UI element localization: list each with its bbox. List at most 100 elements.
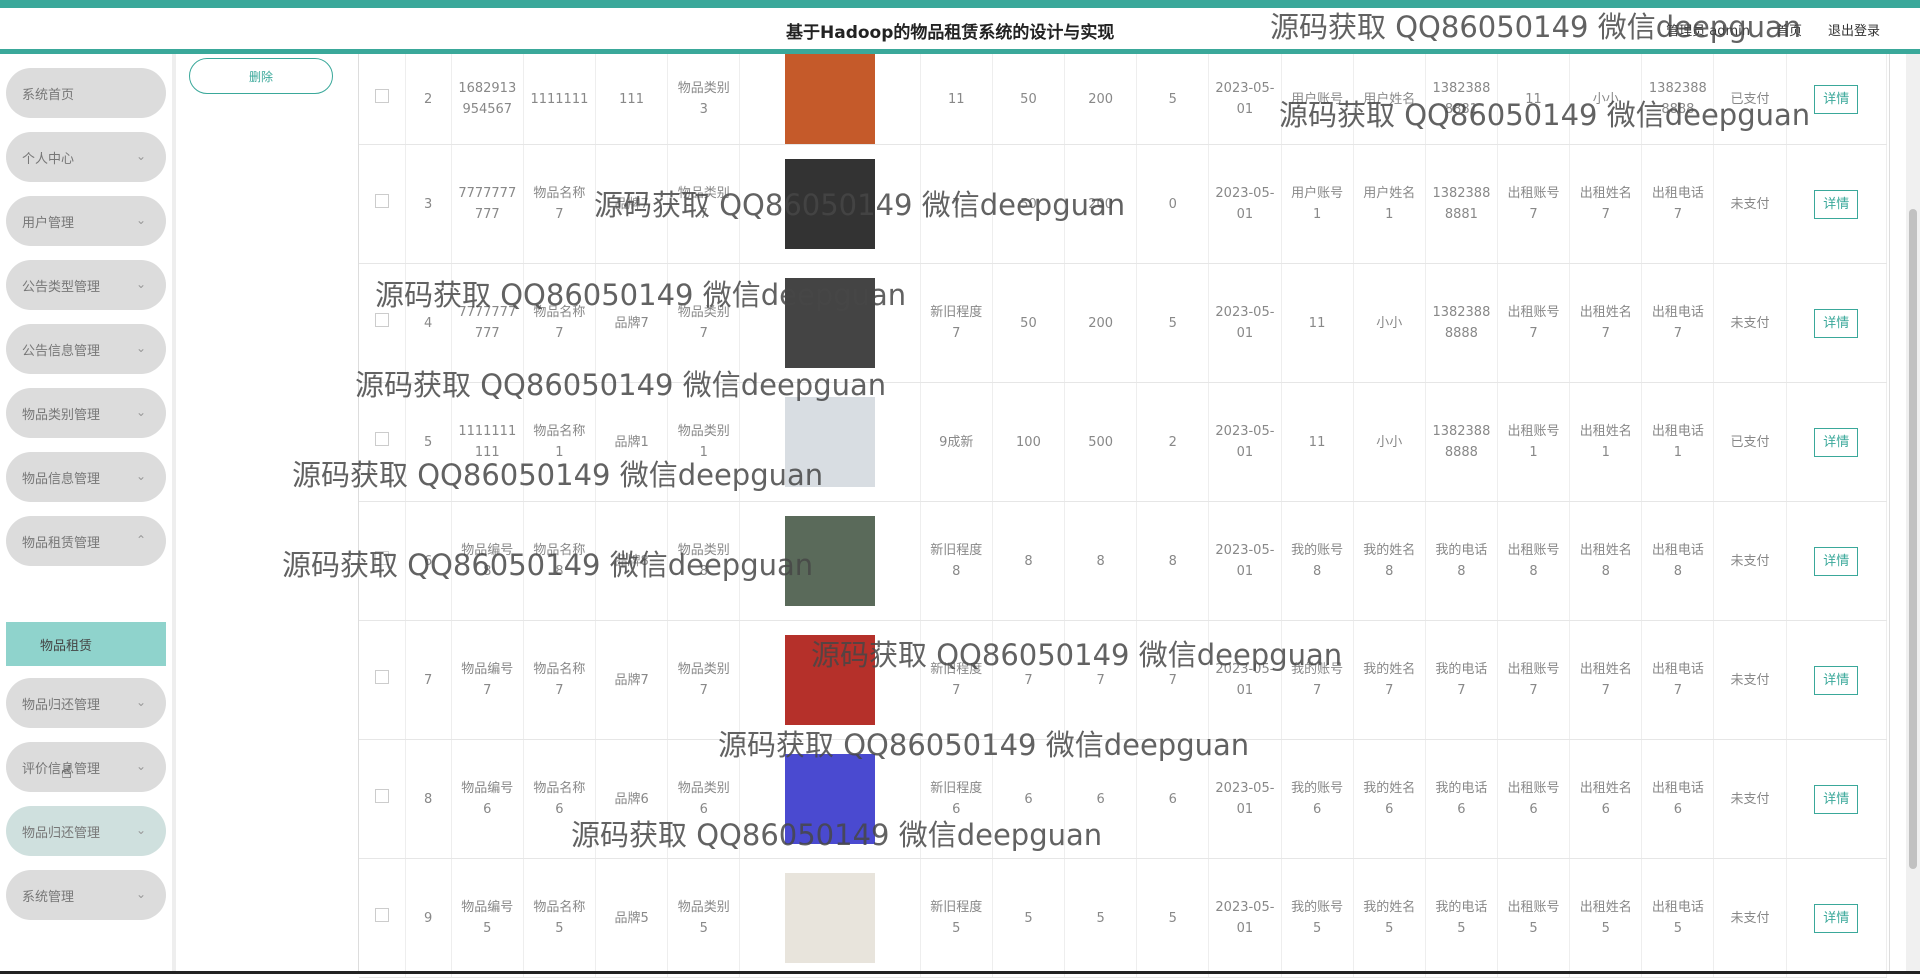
table-cell: 物品类别3 (667, 54, 741, 145)
sidebar-item-label: 系统首页 (22, 87, 75, 103)
sidebar-item-label: 公告信息管理 (22, 343, 101, 359)
table-cell: 物品名称7 (523, 144, 597, 264)
sidebar-item-notice-types[interactable]: 公告类型管理 ⌄ (6, 260, 166, 310)
table-cell: 50 (992, 54, 1066, 145)
table-cell: 未支付 (1713, 501, 1787, 621)
item-image (785, 635, 876, 725)
table-cell: 物品名称8 (523, 501, 597, 621)
item-image-cell (739, 620, 921, 740)
table-cell: 未支付 (1713, 739, 1787, 859)
table-row[interactable]: 5 1111111111 物品名称1 品牌1 物品类别1 9成新 100 500 2 2023-0… (359, 382, 1888, 502)
row-checkbox-cell (359, 263, 406, 383)
table-row[interactable]: 4 7777777777 物品名称7 品牌7 物品类别7 新旧程度7 50 200 5 2023-… (359, 263, 1888, 383)
table-cell: 物品名称1 (523, 382, 597, 502)
sidebar-item-users[interactable]: 用户管理 ⌄ (6, 196, 166, 246)
table-cell: 出租电话1 (1641, 382, 1715, 502)
table-cell: 物品类别7 (667, 144, 741, 264)
delete-button[interactable]: 删除 (189, 58, 333, 94)
sidebar-item-returns-2[interactable]: 物品归还管理 ⌄ (6, 806, 166, 856)
row-checkbox-cell (359, 382, 406, 502)
table-row[interactable]: 2 1682913954567 1111111 111 物品类别3 11 50 200 5 202… (359, 54, 1888, 145)
table-row[interactable]: 8 物品编号6 物品名称6 品牌6 物品类别6 新旧程度6 6 6 6 2023-05-01 我的账… (359, 739, 1888, 859)
table-cell: 出租姓名8 (1569, 501, 1643, 621)
submenu-item-rental[interactable]: 物品租赁 (6, 622, 166, 666)
row-index: 8 (405, 739, 452, 859)
table-cell: 100 (992, 382, 1066, 502)
table-row[interactable]: 9 物品编号5 物品名称5 品牌5 物品类别5 新旧程度5 5 5 5 2023-05-01 我的账… (359, 858, 1888, 978)
table-body: 2 1682913954567 1111111 111 物品类别3 11 50 200 5 202… (359, 54, 1888, 978)
item-image-cell (739, 858, 921, 978)
detail-button[interactable]: 详情 (1814, 546, 1859, 576)
user-area: 管理员 admin 首页 退出登录 (1666, 20, 1880, 39)
row-checkbox[interactable] (374, 431, 389, 446)
row-checkbox[interactable] (374, 669, 389, 684)
table-cell: 物品类别7 (667, 263, 741, 383)
row-index: 4 (405, 263, 452, 383)
sidebar-item-label: 物品类别管理 (22, 407, 101, 423)
table-cell: 物品名称7 (523, 263, 597, 383)
sidebar-item-returns[interactable]: 物品归还管理 ⌄ (6, 678, 166, 728)
table-cell: 50 (992, 263, 1066, 383)
logout-link[interactable]: 退出登录 (1828, 20, 1880, 39)
sidebar-item-item-categories[interactable]: 物品类别管理 ⌄ (6, 388, 166, 438)
table-cell: 11 (1281, 263, 1354, 383)
table-cell: 50 (992, 144, 1066, 264)
row-index: 6 (405, 501, 452, 621)
detail-button[interactable]: 详情 (1814, 308, 1859, 338)
submenu-item-label: 物品租赁 (40, 638, 93, 654)
table-cell: 7 (992, 620, 1066, 740)
sidebar: 系统首页 个人中心 ⌄ 用户管理 ⌄ 公告类型管理 ⌄ 公告信息管理 ⌄ 物品类别管理 ⌄… (0, 54, 176, 974)
sidebar-item-profile[interactable]: 个人中心 ⌄ (6, 132, 166, 182)
table-cell: 11 (920, 54, 993, 145)
table-cell: 出租姓名1 (1569, 382, 1643, 502)
sidebar-item-notices[interactable]: 公告信息管理 ⌄ (6, 324, 166, 374)
table-cell: 未支付 (1713, 144, 1787, 264)
sidebar-item-rentals[interactable]: 物品租赁管理 ⌃ (6, 516, 166, 566)
sidebar-item-home[interactable]: 系统首页 (6, 68, 166, 118)
sidebar-item-items[interactable]: 物品信息管理 ⌄ (6, 452, 166, 502)
table-cell: 新旧程度6 (920, 739, 993, 859)
row-index: 7 (405, 620, 452, 740)
row-checkbox[interactable] (374, 193, 389, 208)
table-row[interactable]: 6 物品编号8 物品名称8 品牌8 物品类别8 新旧程度8 8 8 8 2023-05-01 我的账… (359, 501, 1888, 621)
table-cell: 1682913954567 (451, 54, 524, 145)
detail-button[interactable]: 详情 (1814, 427, 1859, 457)
row-checkbox[interactable] (374, 550, 389, 565)
table-row[interactable]: 3 7777777777 物品名称7 品牌7 物品类别7 7 50 200 0 2023-05-0… (359, 144, 1888, 264)
action-cell: 详情 (1786, 501, 1888, 621)
row-checkbox-cell (359, 501, 406, 621)
row-checkbox[interactable] (374, 88, 389, 103)
table-cell: 我的账号6 (1281, 739, 1354, 859)
table-row[interactable]: 7 物品编号7 物品名称7 品牌7 物品类别7 新旧程度7 7 7 7 2023-05-01 我的账… (359, 620, 1888, 740)
table-cell: 7 (1064, 620, 1138, 740)
row-checkbox[interactable] (374, 907, 389, 922)
vertical-scrollbar[interactable] (1906, 54, 1920, 974)
scrollbar-thumb[interactable] (1909, 209, 1917, 869)
table-cell: 8 (1136, 501, 1210, 621)
detail-button[interactable]: 详情 (1814, 784, 1859, 814)
row-checkbox[interactable] (374, 788, 389, 803)
detail-button[interactable]: 详情 (1814, 903, 1859, 933)
mouse-cursor-icon: ☝ (61, 762, 72, 783)
sidebar-item-reviews[interactable]: 评价信息管理 ⌄ (6, 742, 166, 792)
row-checkbox[interactable] (374, 312, 389, 327)
table-cell: 用户姓名 (1353, 54, 1426, 145)
detail-button[interactable]: 详情 (1814, 84, 1859, 114)
home-link[interactable]: 首页 (1776, 20, 1802, 39)
chevron-down-icon: ⌄ (135, 695, 146, 709)
sidebar-item-system[interactable]: 系统管理 ⌄ (6, 870, 166, 920)
table-cell: 5 (992, 858, 1066, 978)
detail-button[interactable]: 详情 (1814, 665, 1859, 695)
sidebar-item-label: 用户管理 (22, 215, 75, 231)
chevron-down-icon: ⌄ (135, 469, 146, 483)
chevron-up-icon: ⌃ (135, 533, 146, 547)
table-cell: 出租账号7 (1497, 620, 1571, 740)
table-cell: 我的电话8 (1425, 501, 1498, 621)
table-cell: 1111111111 (451, 382, 524, 502)
table-cell: 8 (992, 501, 1066, 621)
table-cell: 物品类别5 (667, 858, 741, 978)
sidebar-item-label: 物品信息管理 (22, 471, 101, 487)
table-cell: 13823888881 (1425, 54, 1498, 145)
table-cell: 200 (1064, 144, 1138, 264)
detail-button[interactable]: 详情 (1814, 189, 1859, 219)
